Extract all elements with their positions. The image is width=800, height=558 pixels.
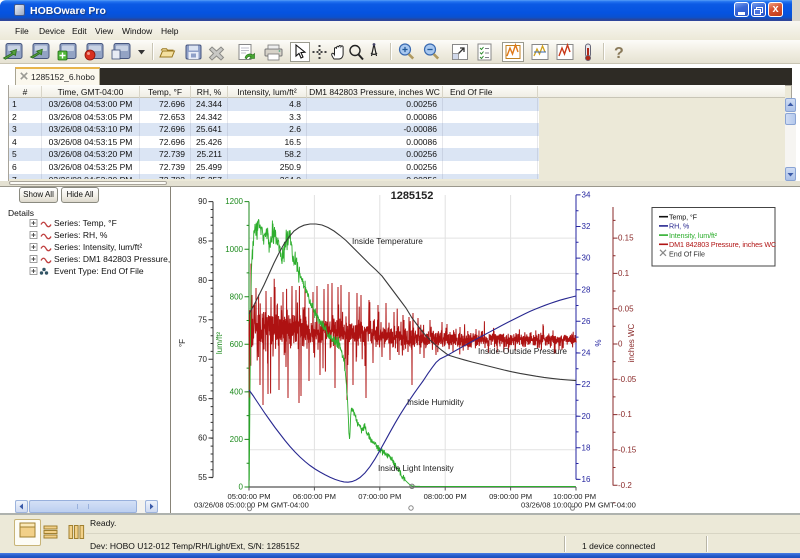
- svg-text:Inside Humidity: Inside Humidity: [407, 397, 465, 407]
- svg-text:30: 30: [582, 254, 591, 263]
- svg-text:%: %: [594, 339, 603, 346]
- svg-text:-0.15: -0.15: [618, 446, 637, 455]
- svg-text:26: 26: [582, 317, 591, 326]
- svg-text:18: 18: [582, 443, 591, 452]
- svg-text:Inside Light Intensity: Inside Light Intensity: [378, 463, 454, 473]
- svg-text:-0.1: -0.1: [618, 410, 632, 419]
- svg-text:0.05: 0.05: [618, 304, 634, 313]
- svg-text:inches WC: inches WC: [627, 323, 636, 362]
- svg-text:1200: 1200: [225, 197, 243, 206]
- svg-text:°F: °F: [178, 339, 187, 347]
- svg-text:End Of File: End Of File: [669, 249, 705, 258]
- svg-text:-0.2: -0.2: [618, 481, 632, 490]
- svg-text:0: 0: [618, 340, 623, 349]
- svg-text:Inside-Outside Pressure: Inside-Outside Pressure: [478, 346, 567, 356]
- svg-text:07:00:00 PM: 07:00:00 PM: [358, 492, 401, 501]
- svg-text:0.1: 0.1: [618, 269, 630, 278]
- svg-text:55: 55: [198, 473, 207, 482]
- svg-text:Temp, °F: Temp, °F: [669, 213, 698, 222]
- svg-text:85: 85: [198, 237, 207, 246]
- svg-text:1285152: 1285152: [391, 190, 434, 202]
- svg-text:65: 65: [198, 394, 207, 403]
- svg-text:70: 70: [198, 355, 207, 364]
- svg-text:400: 400: [230, 388, 244, 397]
- svg-text:Intensity, lum/ft²: Intensity, lum/ft²: [669, 231, 718, 240]
- svg-text:200: 200: [230, 435, 244, 444]
- svg-text:lum/ft²: lum/ft²: [215, 332, 224, 355]
- svg-text:60: 60: [198, 434, 207, 443]
- svg-text:16: 16: [582, 475, 591, 484]
- svg-text:22: 22: [582, 380, 591, 389]
- svg-text:20: 20: [582, 412, 591, 421]
- svg-text:-0.05: -0.05: [618, 375, 637, 384]
- svg-text:0: 0: [239, 483, 244, 492]
- svg-text:800: 800: [230, 292, 244, 301]
- svg-text:03/26/08 10:00:00 PM GMT-04:00: 03/26/08 10:00:00 PM GMT-04:00: [521, 501, 636, 510]
- svg-text:600: 600: [230, 340, 244, 349]
- svg-text:24: 24: [582, 349, 591, 358]
- svg-text:DM1 842803 Pressure, inches WC: DM1 842803 Pressure, inches WC: [669, 240, 776, 249]
- svg-text:75: 75: [198, 315, 207, 324]
- svg-text:Inside Temperature: Inside Temperature: [352, 236, 423, 246]
- svg-text:RH, %: RH, %: [669, 222, 690, 231]
- svg-text:28: 28: [582, 285, 591, 294]
- svg-text:08:00:00 PM: 08:00:00 PM: [424, 492, 467, 501]
- svg-text:0.15: 0.15: [618, 234, 634, 243]
- svg-text:80: 80: [198, 276, 207, 285]
- svg-text:1000: 1000: [225, 245, 243, 254]
- svg-text:90: 90: [198, 197, 207, 206]
- svg-text:32: 32: [582, 222, 591, 231]
- svg-text:34: 34: [582, 191, 591, 200]
- svg-text:?: ?: [614, 45, 624, 62]
